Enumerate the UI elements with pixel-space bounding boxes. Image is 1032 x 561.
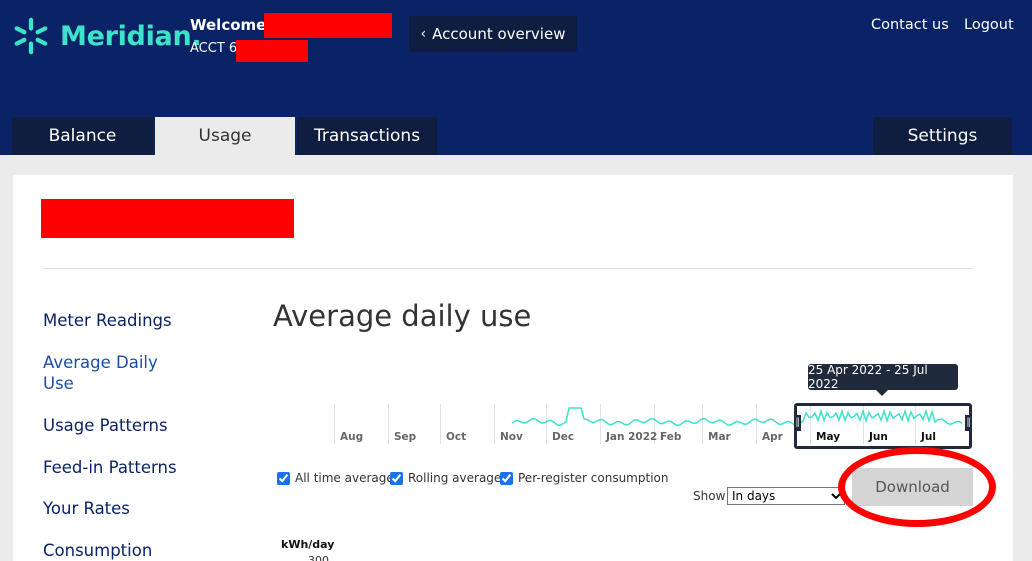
chevron-left-icon: ‹ [420,26,427,42]
welcome-text: Welcome [190,16,267,34]
navigator-label-mar: Mar [708,431,731,443]
navigator-label-jun: Jun [869,431,888,443]
account-overview-button[interactable]: ‹ Account overview [409,16,577,52]
divider [43,268,973,269]
y-axis-tick: 300 [308,554,329,561]
per-register-option[interactable]: Per-register consumption [500,471,668,485]
all-time-average-checkbox[interactable] [277,471,290,485]
meridian-star-icon [14,17,48,55]
navigator-label-oct: Oct [446,431,467,443]
per-register-checkbox[interactable] [500,471,513,485]
page-title: Average daily use [273,299,532,333]
navigator-label-aug: Aug [340,431,364,443]
per-register-label: Per-register consumption [518,471,669,485]
range-navigator[interactable]: ║ ║ Aug Sep Oct Nov Dec Jan 2022 Feb Mar Apr May J… [334,400,974,450]
show-select[interactable]: In days [727,487,845,505]
sidebar-item-feed-in-patterns[interactable]: Feed-in Patterns [43,457,177,478]
header: Meridian. Welcome ACCT 6 ‹ Account overv… [0,0,1032,155]
show-label: Show [693,489,726,503]
contact-us-link[interactable]: Contact us [871,17,949,33]
tab-balance[interactable]: Balance [12,117,153,155]
account-number: ACCT 6 [190,41,238,56]
rolling-average-checkbox[interactable] [390,471,403,485]
sidebar-item-average-daily-use[interactable]: Average Daily Use [43,352,183,394]
navigator-label-jan-2022: Jan 2022 [606,431,658,443]
sidebar-item-usage-patterns[interactable]: Usage Patterns [43,415,168,436]
all-time-average-option[interactable]: All time average [277,471,394,485]
navigator-label-may: May [816,431,841,443]
brand-name: Meridian. [60,20,202,52]
sidebar-item-your-rates[interactable]: Your Rates [43,498,130,519]
account-overview-label: Account overview [432,25,566,43]
navigator-label-dec: Dec [552,431,575,443]
redaction-name [264,13,392,38]
tab-transactions[interactable]: Transactions [297,117,437,155]
navigator-label-nov: Nov [500,431,523,443]
range-tooltip: 25 Apr 2022 - 25 Jul 2022 [808,363,958,396]
highlight-ellipse [838,447,996,527]
navigator-label-apr: Apr [762,431,783,443]
rolling-average-option[interactable]: Rolling average [390,471,501,485]
logout-link[interactable]: Logout [964,17,1014,33]
brand-logo[interactable]: Meridian. [12,17,202,55]
all-time-average-label: All time average [295,471,394,485]
sidebar-item-meter-readings[interactable]: Meter Readings [43,310,172,331]
redaction-title [41,199,294,238]
y-axis-unit: kWh/day [281,538,335,551]
navigator-label-sep: Sep [394,431,417,443]
rolling-average-label: Rolling average [408,471,502,485]
range-handle-left[interactable]: ║ [794,415,801,431]
tab-settings[interactable]: Settings [873,117,1012,155]
sidebar-item-consumption[interactable]: Consumption [43,540,152,561]
tab-usage[interactable]: Usage [155,117,295,155]
redaction-account [236,40,308,62]
navigator-label-feb: Feb [660,431,682,443]
navigator-label-jul: Jul [921,431,936,443]
range-handle-right[interactable]: ║ [965,415,972,431]
